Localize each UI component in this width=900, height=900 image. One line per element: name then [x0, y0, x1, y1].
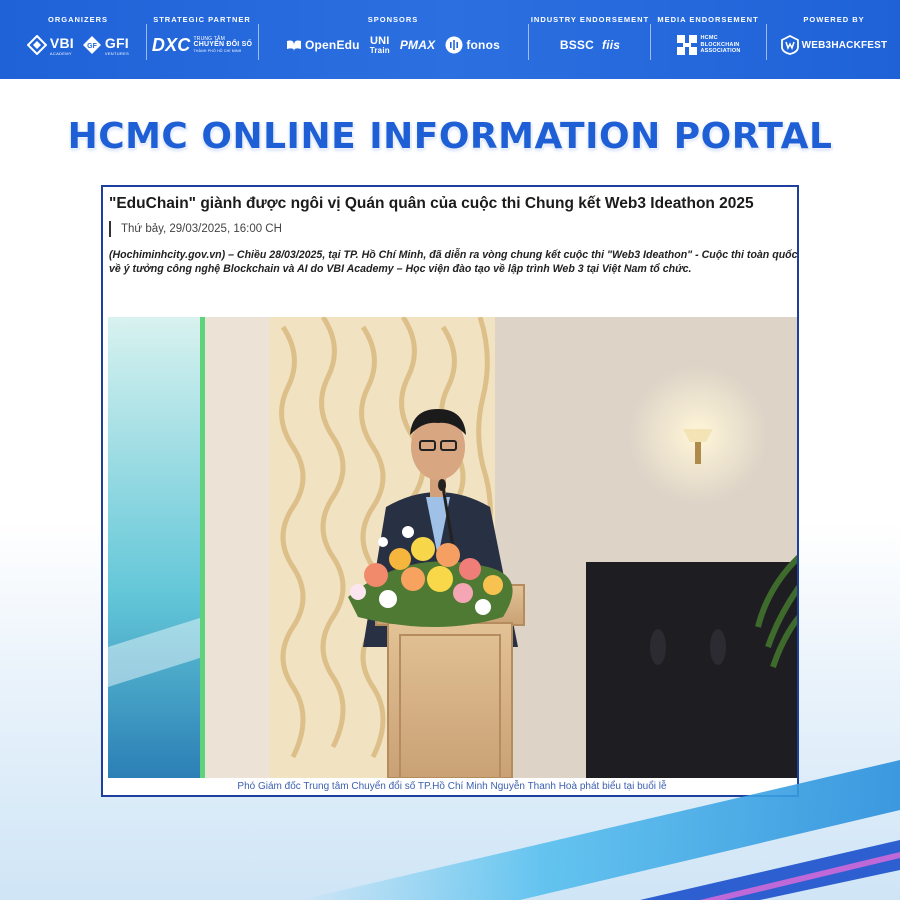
banner-divider — [258, 24, 259, 60]
web3hackfest-logo: WEB3HACKFEST — [780, 35, 888, 55]
fonos-sound-icon — [445, 36, 463, 54]
fiis-logo: fiis — [602, 38, 620, 52]
article-screenshot-card: "EduChain" giành được ngôi vị Quán quân … — [101, 185, 799, 797]
web3hackfest-logo-text: WEB3HACKFEST — [801, 39, 888, 51]
blockchain-h-icon — [676, 35, 697, 55]
fiis-logo-text: fiis — [602, 38, 621, 52]
sponsor-banner: ORGANIZERS VBI ACADEMY GF GFI VENTURES STR… — [0, 0, 900, 79]
openedu-logo-text: OpenEdu — [304, 38, 360, 52]
openedu-logo: OpenEdu — [286, 38, 360, 52]
sponsors-title: SPONSORS — [367, 15, 419, 24]
unitrain-logo: UNI Train — [369, 34, 390, 55]
pmax-logo-text: PMAX — [399, 38, 436, 52]
organizers-group: ORGANIZERS VBI ACADEMY GF GFI VENTURES — [8, 0, 148, 79]
article-photo — [108, 317, 797, 778]
banner-divider — [766, 24, 767, 60]
sponsors-group: SPONSORS OpenEdu UNI Train PMAX fonos — [260, 0, 526, 79]
powered-by-title: POWERED BY — [803, 15, 865, 24]
hackfest-shield-icon — [780, 35, 799, 55]
banner-divider — [650, 24, 651, 60]
svg-text:GF: GF — [87, 43, 97, 50]
banner-divider — [528, 24, 529, 60]
dxc-subtext-3: THÀNH PHỐ HỒ CHÍ MINH — [193, 49, 242, 53]
fonos-logo: fonos — [445, 36, 500, 54]
fonos-logo-text: fonos — [466, 38, 500, 52]
unitrain-logo-text-1: UNI — [370, 34, 390, 47]
hcmc-blockchain-logo: HCMC BLOCKCHAIN ASSOCIATION — [676, 34, 741, 56]
gfi-ventures-logo: GF GFI VENTURES — [82, 35, 129, 56]
industry-endorsement-title: INDUSTRY ENDORSEMENT — [530, 15, 650, 24]
bssc-logo: BSSC — [560, 38, 594, 52]
dxc-logo: DXC TRUNG TÂM CHUYỂN ĐỔI SỐ THÀNH PHỐ HỒ… — [152, 35, 252, 56]
pmax-logo: PMAX — [400, 38, 435, 52]
gfi-logo-text: GFI — [104, 34, 129, 51]
bssc-logo-text: BSSC — [559, 38, 594, 52]
organizers-title: ORGANIZERS — [47, 15, 108, 24]
gfi-logo-subtext: VENTURES — [104, 50, 130, 56]
vbi-academy-logo: VBI ACADEMY — [26, 34, 74, 56]
photo-caption: Phó Giám đốc Trung tâm Chuyển đổi số TP.… — [237, 781, 667, 792]
vbi-logo-text: VBI — [49, 34, 74, 51]
strategic-partner-title: STRATEGIC PARTNER — [153, 15, 251, 24]
media-endorsement-title: MEDIA ENDORSEMENT — [657, 15, 759, 24]
vbi-logo-subtext: ACADEMY — [49, 50, 72, 56]
unitrain-logo-text-2: Train — [369, 45, 390, 55]
powered-by-group: POWERED BY WEB3HACKFEST — [768, 0, 900, 79]
article-title[interactable]: "EduChain" giành được ngôi vị Quán quân … — [109, 195, 797, 213]
openedu-book-icon — [286, 40, 301, 51]
speaker-at-podium-image — [108, 317, 797, 778]
gfi-badge-icon: GF — [82, 36, 101, 54]
industry-endorsement-group: INDUSTRY ENDORSEMENT BSSC fiis — [530, 0, 650, 79]
article-date: Thứ bảy, 29/03/2025, 16:00 CH — [109, 221, 282, 237]
banner-divider — [146, 24, 147, 60]
media-endorsement-group: MEDIA ENDORSEMENT HCMC BLOCKCHAIN ASSOCI… — [652, 0, 764, 79]
dxc-logo-text: DXC — [151, 34, 191, 55]
vbi-diamond-icon — [26, 35, 47, 55]
article-lead: (Hochiminhcity.gov.vn) – Chiều 28/03/202… — [109, 249, 798, 275]
strategic-partner-group: STRATEGIC PARTNER DXC TRUNG TÂM CHUYỂN Đ… — [148, 0, 256, 79]
hcmc-blockchain-text-3: ASSOCIATION — [700, 48, 741, 55]
page-headline: HCMC ONLINE INFORMATION PORTAL — [67, 116, 833, 157]
